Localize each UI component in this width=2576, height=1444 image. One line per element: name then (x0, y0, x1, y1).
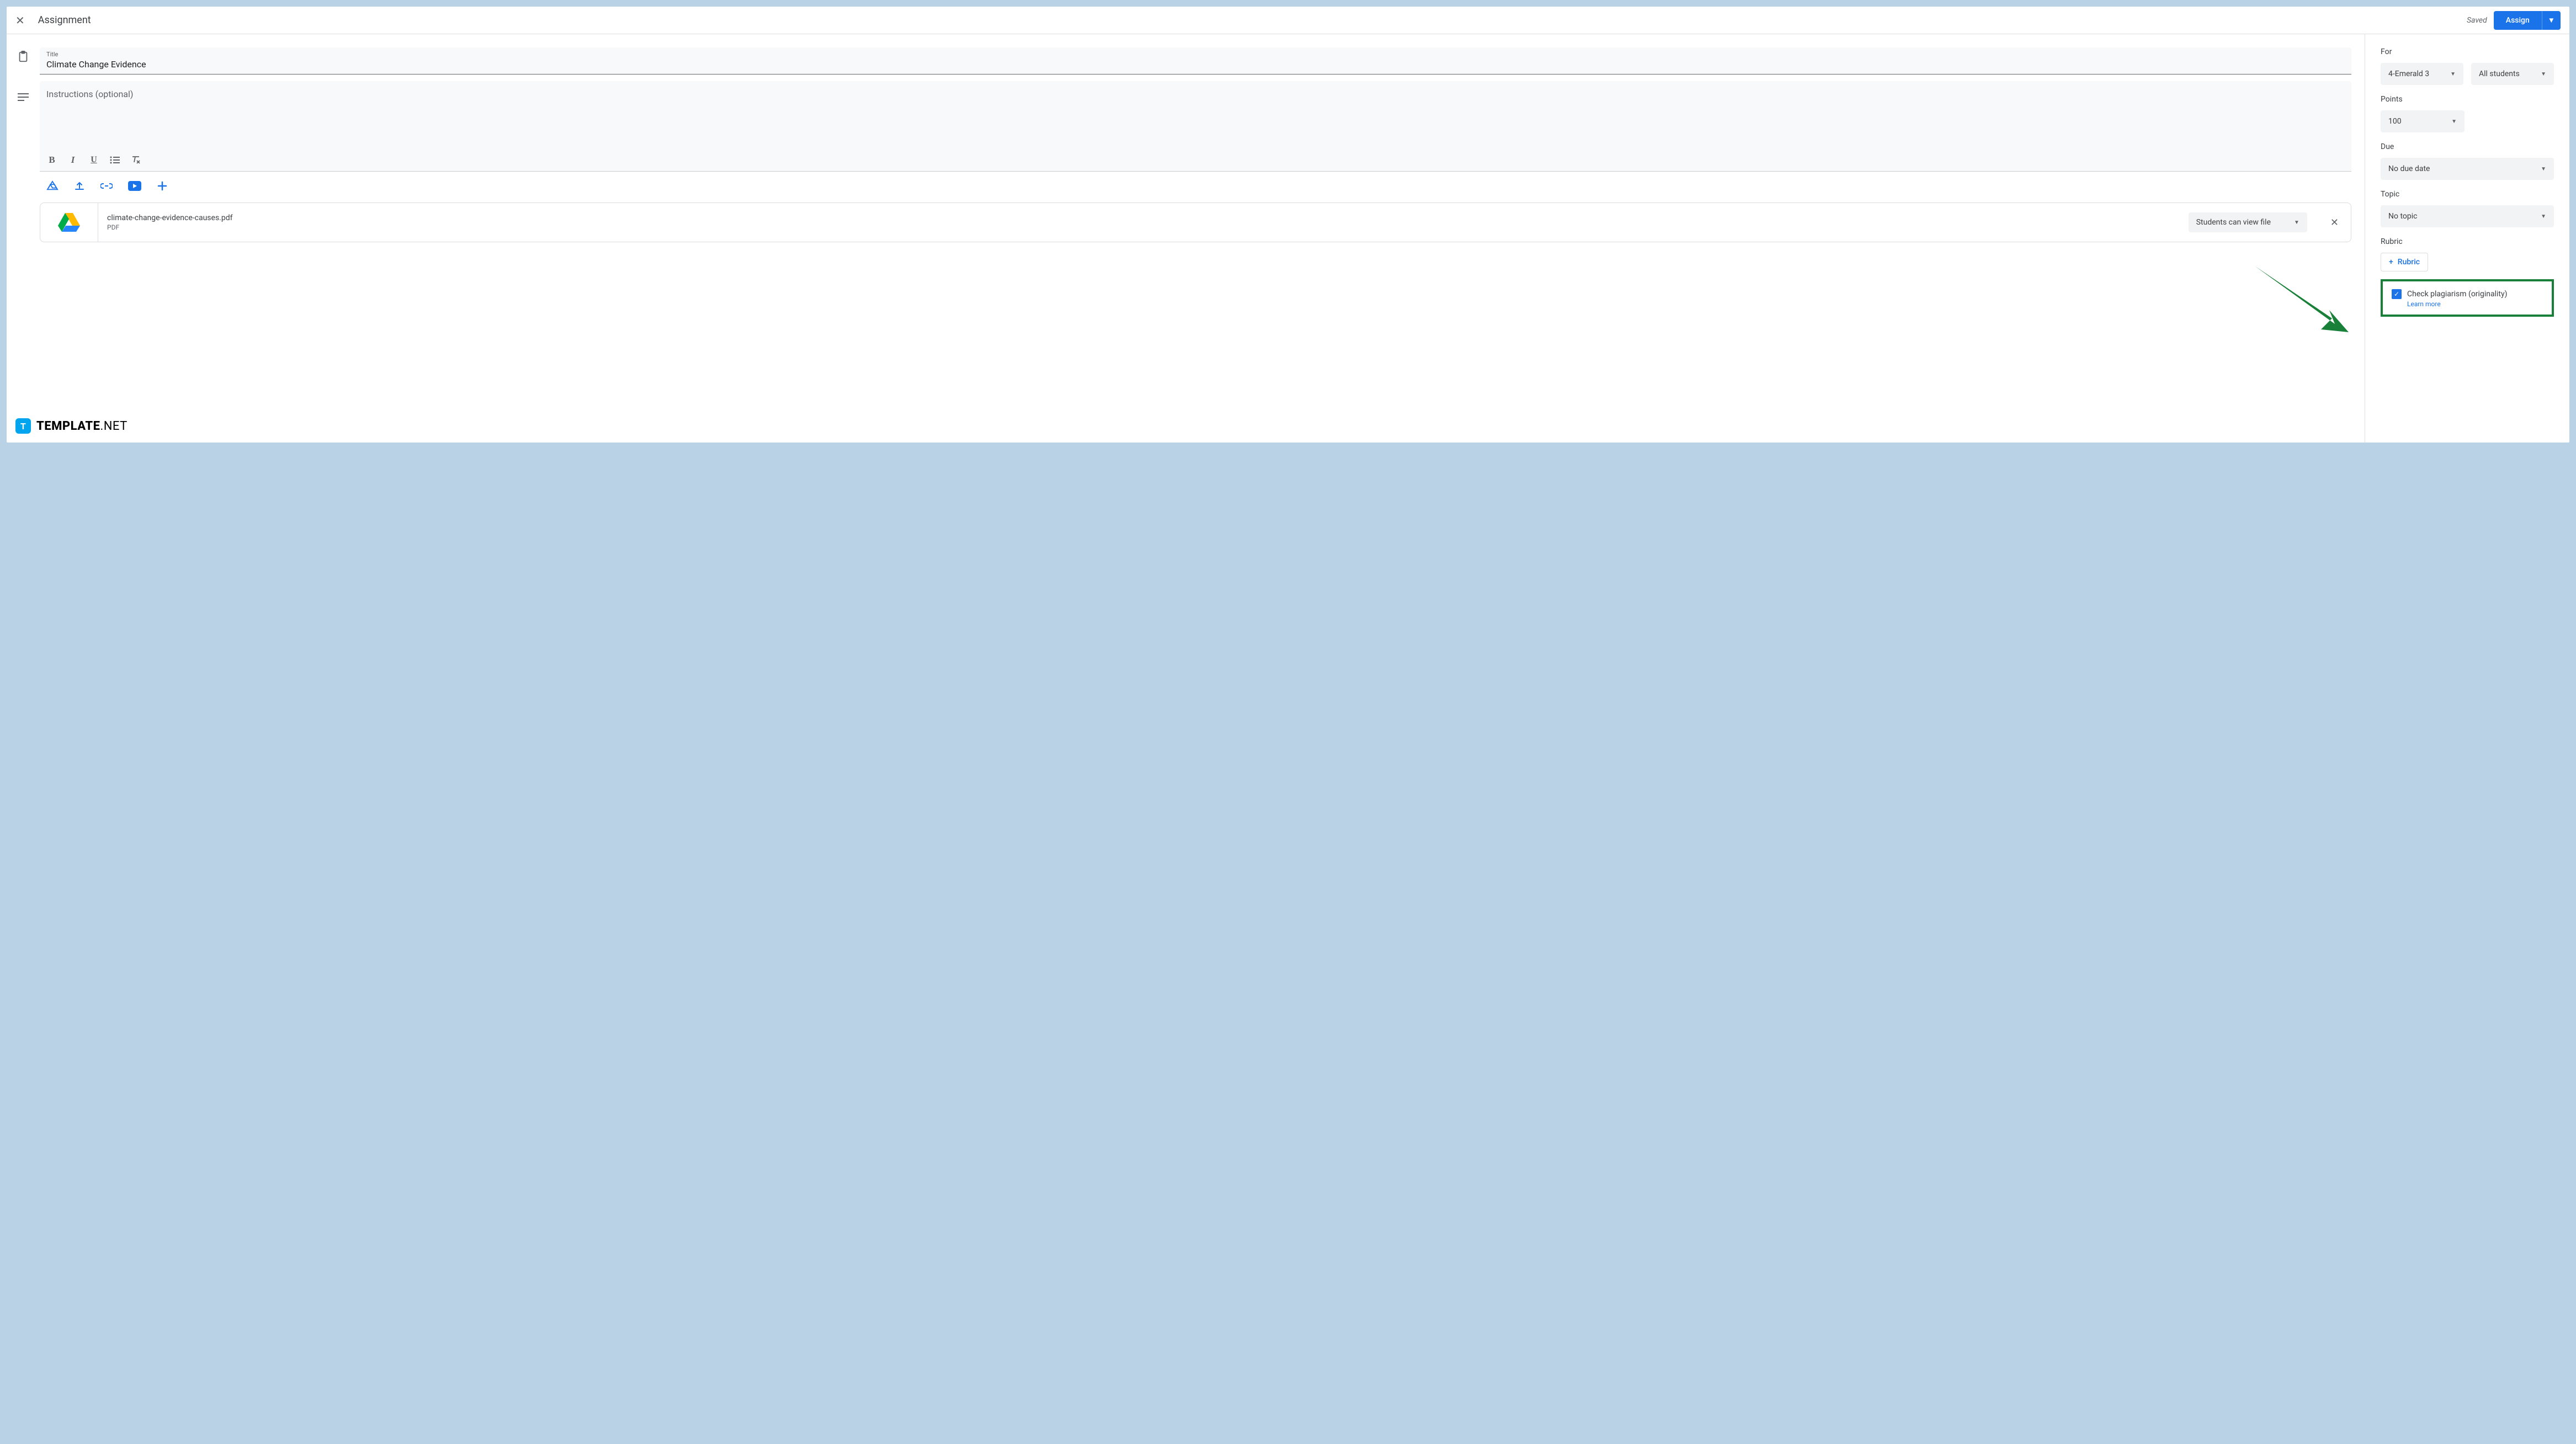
attachment-filename: climate-change-evidence-causes.pdf (107, 214, 2180, 222)
attach-toolbar (40, 172, 2351, 200)
drive-attach-button[interactable] (46, 180, 59, 191)
chevron-down-icon: ▼ (2541, 71, 2546, 77)
clipboard-icon (17, 51, 29, 65)
drive-thumbnail[interactable] (40, 203, 98, 242)
italic-button[interactable]: I (67, 154, 78, 166)
learn-more-link[interactable]: Learn more (2407, 300, 2543, 308)
chevron-down-icon: ▼ (2548, 17, 2555, 25)
attachment-permission-dropdown[interactable]: Students can view file ▼ (2189, 212, 2307, 232)
for-label: For (2381, 47, 2554, 56)
google-drive-icon (57, 212, 81, 233)
main-panel: Title Instructions (optional) B I U (40, 34, 2365, 443)
youtube-attach-button[interactable] (128, 181, 141, 191)
saved-status: Saved (2467, 16, 2487, 25)
points-dropdown[interactable]: 100 ▼ (2381, 110, 2465, 132)
bullet-list-button[interactable] (109, 156, 120, 164)
create-attach-button[interactable] (157, 180, 168, 191)
rubric-label: Rubric (2381, 237, 2554, 246)
class-value: 4-Emerald 3 (2388, 70, 2429, 78)
points-value: 100 (2388, 117, 2402, 126)
due-value: No due date (2388, 164, 2430, 173)
topic-value: No topic (2388, 212, 2417, 221)
attachment-filetype: PDF (107, 223, 2180, 231)
instructions-area: Instructions (optional) B I U (40, 81, 2351, 172)
title-field[interactable]: Title (40, 47, 2351, 74)
watermark-suffix: .NET (100, 419, 127, 433)
text-lines-icon (18, 93, 29, 103)
plagiarism-checkbox[interactable]: ✓ (2392, 289, 2402, 299)
due-dropdown[interactable]: No due date ▼ (2381, 158, 2554, 180)
template-logo-icon: T (15, 418, 31, 434)
topic-label: Topic (2381, 190, 2554, 199)
class-dropdown[interactable]: 4-Emerald 3 ▼ (2381, 63, 2463, 85)
plus-icon: + (2389, 258, 2393, 267)
watermark-text: TEMPLATE.NET (36, 419, 128, 433)
bold-button[interactable]: B (46, 154, 57, 166)
topic-dropdown[interactable]: No topic ▼ (2381, 205, 2554, 227)
remove-attachment-button[interactable]: ✕ (2318, 217, 2351, 228)
upload-attach-button[interactable] (74, 180, 85, 191)
check-icon: ✓ (2394, 290, 2399, 298)
chevron-down-icon: ▼ (2294, 220, 2299, 226)
assign-dropdown-button[interactable]: ▼ (2542, 11, 2561, 30)
attachment-card: climate-change-evidence-causes.pdf PDF S… (40, 203, 2351, 242)
instructions-input[interactable]: Instructions (optional) (40, 81, 2351, 150)
points-label: Points (2381, 95, 2554, 104)
instructions-placeholder: Instructions (optional) (46, 89, 133, 99)
header-bar: ✕ Assignment Saved Assign ▼ (7, 7, 2569, 34)
assignment-editor: ✕ Assignment Saved Assign ▼ Title Instru… (7, 7, 2569, 443)
plagiarism-highlight-box: ✓ Check plagiarism (originality) Learn m… (2381, 279, 2554, 317)
watermark-brand: TEMPLATE (36, 419, 100, 433)
left-gutter (7, 34, 40, 443)
watermark: T TEMPLATE.NET (15, 418, 128, 434)
close-icon[interactable]: ✕ (15, 14, 25, 27)
add-rubric-button[interactable]: + Rubric (2381, 253, 2428, 271)
chevron-down-icon: ▼ (2451, 119, 2457, 125)
due-label: Due (2381, 142, 2554, 151)
format-toolbar: B I U (40, 150, 2351, 171)
attachment-permission-label: Students can view file (2196, 218, 2271, 227)
plagiarism-label: Check plagiarism (originality) (2407, 290, 2507, 299)
assign-button[interactable]: Assign (2494, 11, 2542, 30)
chevron-down-icon: ▼ (2450, 71, 2456, 77)
title-label: Title (46, 51, 2345, 58)
chevron-down-icon: ▼ (2541, 214, 2546, 220)
attachment-info[interactable]: climate-change-evidence-causes.pdf PDF (98, 214, 2189, 231)
page-title: Assignment (38, 14, 2467, 26)
students-dropdown[interactable]: All students ▼ (2471, 63, 2554, 85)
sidebar-panel: For 4-Emerald 3 ▼ All students ▼ Points … (2365, 34, 2569, 443)
title-input[interactable] (46, 58, 2345, 70)
rubric-button-label: Rubric (2398, 258, 2420, 267)
underline-button[interactable]: U (88, 155, 99, 165)
link-attach-button[interactable] (100, 183, 113, 189)
body: Title Instructions (optional) B I U (7, 34, 2569, 443)
students-value: All students (2479, 70, 2520, 78)
clear-format-button[interactable] (130, 156, 141, 164)
chevron-down-icon: ▼ (2541, 166, 2546, 172)
